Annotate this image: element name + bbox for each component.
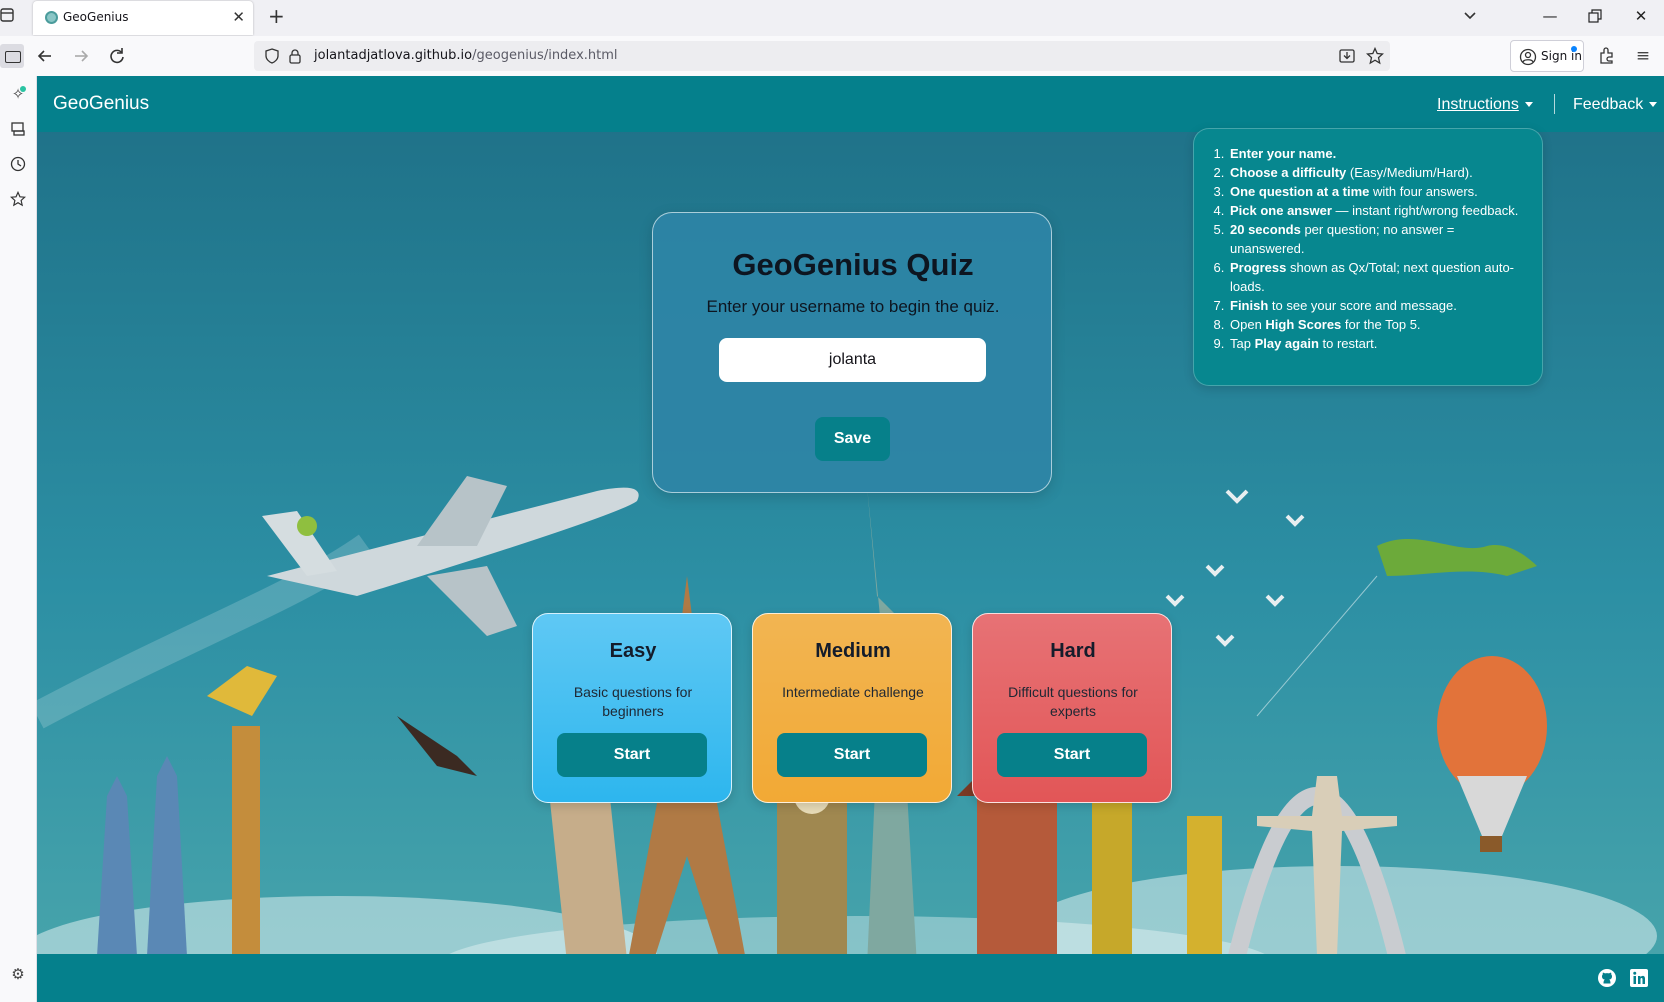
difficulty-description: Difficult questions for experts [1008,684,1138,719]
difficulty-card-medium: Medium Intermediate challenge Start [752,613,952,803]
site-favicon-icon [45,11,58,24]
site-brand[interactable]: GeoGenius [53,93,149,115]
start-medium-button[interactable]: Start [777,733,927,777]
download-page-icon[interactable] [1338,47,1356,69]
lock-icon[interactable] [288,48,302,68]
instructions-list: Enter your name. Choose a difficulty (Eas… [1210,144,1530,353]
instruction-item: Progress shown as Qx/Total; next questio… [1228,258,1530,296]
instruction-item: One question at a time with four answers… [1228,182,1530,201]
caret-down-icon [1649,102,1658,108]
instruction-item: Open High Scores for the Top 5. [1228,315,1530,334]
new-tab-icon[interactable]: + [268,4,285,28]
extensions-icon[interactable] [1596,45,1618,67]
difficulty-card-hard: Hard Difficult questions for experts Sta… [972,613,1172,803]
sign-in-button[interactable]: Sign in [1510,40,1584,72]
web-page: GeoGenius Instructions Feedback Enter yo… [37,76,1664,1002]
close-tab-icon[interactable]: ✕ [232,8,245,26]
save-button[interactable]: Save [815,417,890,461]
difficulty-title: Hard [1050,640,1096,662]
instruction-item: Finish to see your score and message. [1228,296,1530,315]
url-text[interactable]: jolantadjatlova.github.io/geogenius/inde… [314,48,618,63]
forward-arrow-icon[interactable] [70,45,92,67]
instruction-item: 20 seconds per question; no answer = una… [1228,220,1530,258]
instruction-text: for the Top 5. [1341,317,1421,332]
history-clock-icon[interactable] [6,152,30,176]
linkedin-icon[interactable] [1629,968,1649,988]
bookmarks-star-icon[interactable] [6,187,30,211]
instruction-text: with four answers. [1369,184,1478,199]
instructions-dropdown[interactable]: Instructions [1437,96,1533,114]
instruction-item: Tap Play again to restart. [1228,334,1530,353]
instruction-text: to restart. [1318,336,1378,351]
username-input[interactable] [719,338,986,382]
feedback-dropdown[interactable]: Feedback [1573,96,1658,114]
instruction-keyword: High Scores [1265,317,1342,332]
sidebar-toggle-icon[interactable] [0,44,24,68]
instruction-keyword: 20 seconds [1230,222,1301,237]
ai-chatbot-icon[interactable]: ✧ [6,82,30,106]
site-header: GeoGenius Instructions Feedback [37,76,1664,132]
browser-tabstrip: GeoGenius ✕ + — ✕ [0,0,1664,36]
instruction-item: Enter your name. [1228,144,1530,163]
instruction-text: to see your score and message. [1268,298,1457,313]
account-icon [1519,48,1537,70]
url-host: jolantadjatlova.github.io [314,48,473,63]
browser-tab[interactable]: GeoGenius ✕ [33,1,253,35]
quiz-title: GeoGenius Quiz [732,247,974,282]
notification-dot [20,86,26,92]
difficulty-description: Intermediate challenge [782,684,924,700]
difficulty-title: Medium [815,640,891,662]
quiz-subtitle: Enter your username to begin the quiz. [706,297,1000,316]
instruction-text: — instant right/wrong feedback. [1331,203,1519,218]
instruction-keyword: Pick one answer [1230,203,1332,218]
caret-down-icon [1524,102,1533,108]
difficulty-card-easy: Easy Basic questions for beginners Start [532,613,732,803]
instruction-prefix: Tap [1230,336,1255,351]
instruction-keyword: Choose a difficulty [1230,165,1347,180]
instruction-keyword: One question at a time [1230,184,1370,199]
instructions-label: Instructions [1437,96,1519,113]
back-arrow-icon[interactable] [34,45,56,67]
github-icon[interactable] [1597,968,1617,988]
feedback-label: Feedback [1573,96,1644,113]
instruction-keyword: Finish [1230,298,1269,313]
reload-icon[interactable] [106,45,128,67]
firefox-view-icon[interactable] [0,7,16,25]
instruction-keyword: Progress [1230,260,1287,275]
restore-icon[interactable] [1583,4,1607,28]
address-bar[interactable]: jolantadjatlova.github.io/geogenius/inde… [254,41,1390,71]
instruction-keyword: Enter your name. [1230,146,1337,161]
bookmark-star-icon[interactable] [1365,46,1385,69]
close-window-icon[interactable]: ✕ [1629,4,1653,28]
instruction-prefix: Open [1230,317,1266,332]
difficulty-description: Basic questions for beginners [573,684,693,719]
start-easy-button[interactable]: Start [557,733,707,777]
tab-title: GeoGenius [63,10,129,24]
url-path: /geogenius/index.html [472,48,618,63]
browser-sidebar: ✧ ⚙ [0,76,37,1002]
instruction-keyword: Play again [1254,336,1319,351]
instruction-item: Pick one answer — instant right/wrong fe… [1228,201,1530,220]
browser-navbar: jolantadjatlova.github.io/geogenius/inde… [0,36,1664,76]
settings-gear-icon[interactable]: ⚙ [6,962,30,986]
menu-icon[interactable]: ≡ [1632,45,1654,67]
synced-tabs-icon[interactable] [6,117,30,141]
site-footer [37,954,1664,1002]
chevron-down-icon[interactable] [1460,6,1480,26]
username-card: GeoGenius Quiz Enter your username to be… [652,212,1052,493]
difficulty-title: Easy [609,640,657,662]
nav-divider [1554,94,1555,114]
instructions-dropdown-menu: Enter your name. Choose a difficulty (Eas… [1193,128,1543,386]
start-hard-button[interactable]: Start [997,733,1147,777]
minimize-icon[interactable]: — [1538,4,1562,28]
instruction-item: Choose a difficulty (Easy/Medium/Hard). [1228,163,1530,182]
tracking-shield-icon[interactable] [264,48,280,68]
notification-dot [1571,46,1577,52]
instruction-text: (Easy/Medium/Hard). [1346,165,1473,180]
